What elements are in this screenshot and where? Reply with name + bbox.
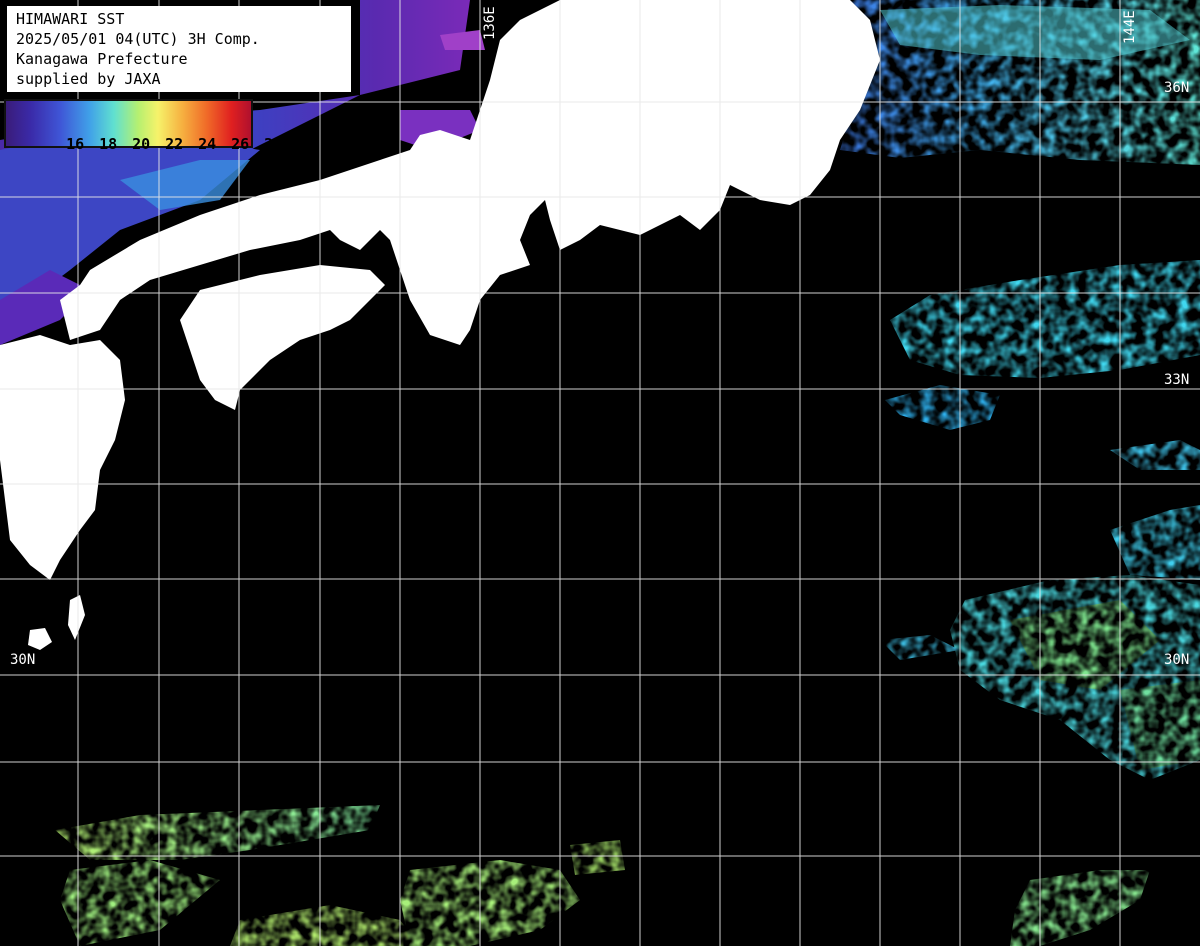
lon-label-144e: 144E: [1122, 10, 1138, 44]
legend-tick: 22: [165, 135, 184, 153]
info-box: HIMAWARI SST 2025/05/01 04(UTC) 3H Comp.…: [7, 6, 351, 92]
legend-tick: 20: [132, 135, 151, 153]
legend-tick: 24: [198, 135, 217, 153]
legend-tick: 16: [66, 135, 85, 153]
lat-label-30n-left: 30N: [10, 652, 36, 668]
legend-tick: 26: [231, 135, 250, 153]
lat-label-33-left: 33: [8, 372, 25, 388]
legend-tick: 18: [99, 135, 118, 153]
legend-labels: 16 18 20 22 24 26 28: [30, 117, 297, 171]
legend-tick: 28: [264, 135, 283, 153]
lat-label-33n-right: 33N: [1164, 372, 1190, 388]
lat-label-30n-right: 30N: [1164, 652, 1190, 668]
map-title: HIMAWARI SST: [16, 10, 125, 28]
map-region: Kanagawa Prefecture: [16, 50, 188, 68]
lon-label-136e: 136E: [482, 6, 498, 40]
sst-color-legend: 16 18 20 22 24 26 28: [4, 99, 282, 153]
map-credit: supplied by JAXA: [16, 70, 161, 88]
lat-label-36n-right: 36N: [1164, 80, 1190, 96]
map-datetime: 2025/05/01 04(UTC) 3H Comp.: [16, 30, 260, 48]
